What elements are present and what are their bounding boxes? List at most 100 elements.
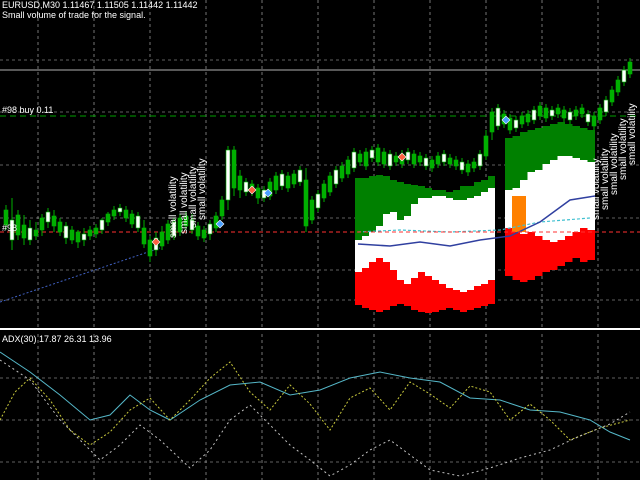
band-segment [432, 190, 439, 196]
band-segment [460, 292, 467, 312]
candle-body [51, 215, 57, 227]
candle-body [459, 161, 465, 171]
candle-body [27, 227, 33, 241]
candle-body [483, 135, 489, 157]
candle-body [285, 175, 291, 189]
band-segment [397, 220, 404, 280]
stop-line-label[interactable]: #98 [2, 223, 17, 233]
band-segment [550, 124, 558, 160]
band-segment [488, 188, 495, 280]
candle-body [207, 223, 213, 235]
band-segment [418, 272, 425, 312]
candle-body [477, 153, 483, 167]
adx-main-line [0, 351, 631, 441]
candle-body [87, 229, 93, 237]
order-line-label[interactable]: #98 buy 0.11 [2, 105, 53, 115]
band-segment [432, 196, 439, 280]
band-segment [404, 184, 411, 216]
band-segment [453, 190, 460, 200]
band-segment [446, 198, 453, 288]
candle-body [345, 159, 351, 175]
band-segment [404, 284, 411, 306]
candle-body [81, 233, 87, 241]
band-segment [383, 214, 390, 262]
band-segment [418, 186, 425, 198]
candle-body [333, 169, 339, 185]
band-segment [565, 156, 573, 236]
price-chart[interactable] [0, 0, 640, 480]
candle-body [273, 175, 279, 191]
candle-body [429, 159, 435, 169]
candle-body [369, 149, 375, 159]
band-segment [481, 192, 488, 284]
band-segment [369, 176, 376, 232]
adx-minus-line [0, 359, 631, 477]
candle-body [387, 153, 393, 167]
candle-body [117, 207, 123, 213]
candle-body [351, 151, 357, 169]
candle-body [549, 109, 555, 117]
band-segment [425, 198, 432, 276]
candle-body [627, 61, 633, 75]
candle-body [591, 115, 597, 127]
band-segment [439, 190, 446, 196]
band-segment [580, 228, 588, 262]
candle-body [225, 149, 231, 201]
symbol-info: EURUSD,M30 1.11467 1.11505 1.11442 1.114… [2, 0, 198, 10]
band-segment [572, 232, 580, 258]
candle-body [135, 215, 141, 229]
candle-body [621, 69, 627, 83]
band-segment [432, 280, 439, 312]
candle-body [57, 221, 63, 233]
candle-body [33, 229, 39, 237]
band-segment [355, 178, 362, 240]
band-segment [362, 178, 369, 236]
band-segment [488, 176, 495, 188]
band-segment [474, 182, 481, 196]
band-segment [369, 262, 376, 310]
band-segment [411, 204, 418, 278]
band-segment [572, 126, 580, 158]
band-segment [527, 130, 535, 172]
candle-body [99, 219, 105, 231]
band-segment [446, 288, 453, 308]
candle-body [111, 209, 117, 217]
band-segment [512, 232, 520, 280]
band-segment [550, 160, 558, 242]
band-segment [580, 128, 588, 160]
band-segment [362, 268, 369, 308]
band-segment [587, 230, 595, 260]
band-segment [535, 236, 543, 276]
band-segment [587, 130, 595, 162]
candle-body [219, 199, 225, 217]
candle-body [435, 155, 441, 165]
signal-message: Small volume of trade for the signal. [2, 10, 146, 20]
candle-body [69, 229, 75, 241]
candle-body [405, 151, 411, 161]
candle-body [21, 224, 27, 239]
candle-body [441, 153, 447, 163]
band-segment [481, 180, 488, 192]
band-segment [527, 232, 535, 280]
candle-body [423, 157, 429, 167]
signal-marker [397, 152, 407, 162]
band-segment [439, 196, 446, 284]
candle-body [579, 107, 585, 115]
volatility-annotation: small volatility [627, 103, 638, 165]
band-segment [397, 182, 404, 220]
candle-body [495, 107, 501, 127]
candle-body [93, 227, 99, 235]
candle-body [321, 183, 327, 199]
candle-body [573, 109, 579, 117]
band-segment [411, 278, 418, 310]
candle-body [567, 111, 573, 121]
adx-plus-line [0, 361, 631, 446]
signal-marker [247, 185, 257, 195]
candle-body [243, 181, 249, 193]
band-segment [362, 236, 369, 268]
candle-body [375, 147, 381, 163]
band-segment [512, 136, 520, 188]
candle-body [255, 187, 261, 199]
band-segment [520, 234, 528, 282]
band-segment [411, 185, 418, 204]
